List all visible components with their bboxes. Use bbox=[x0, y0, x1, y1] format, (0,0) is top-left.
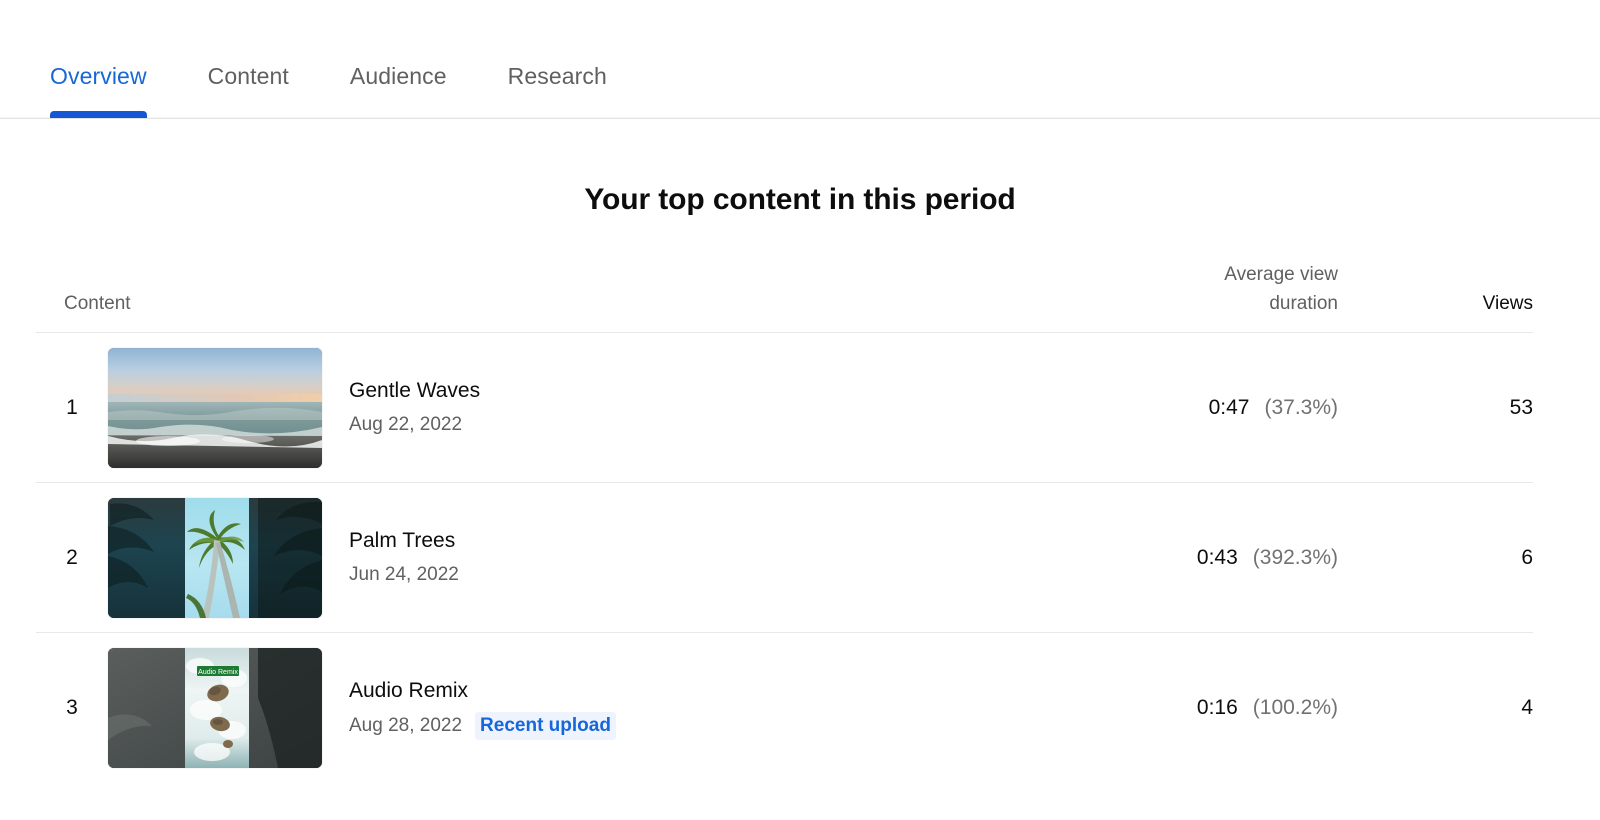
column-header-avd-line2: duration bbox=[1269, 293, 1338, 314]
publish-date: Aug 28, 2022 bbox=[349, 714, 463, 736]
avd-percentage: (392.3%) bbox=[1252, 545, 1338, 569]
avd-percentage: (37.3%) bbox=[1264, 395, 1338, 419]
average-view-duration-cell: 0:16 (100.2%) bbox=[1038, 696, 1338, 720]
content-cell: 3 Audio Remix Audio Remix Aug 28, 2022 R… bbox=[36, 648, 1038, 768]
column-header-content[interactable]: Content bbox=[36, 289, 1038, 318]
beach-sunset-thumbnail[interactable] bbox=[108, 347, 322, 468]
tab-audience[interactable]: Audience bbox=[350, 63, 447, 118]
content-meta: Audio Remix Aug 28, 2022 Recent upload bbox=[349, 677, 616, 740]
tab-research[interactable]: Research bbox=[508, 63, 607, 118]
ocean-rocks-thumbnail[interactable]: Audio Remix bbox=[108, 648, 322, 768]
avd-value: 0:47 bbox=[1208, 395, 1250, 419]
video-title[interactable]: Gentle Waves bbox=[349, 377, 480, 405]
status-badge[interactable]: Recent upload bbox=[475, 711, 616, 740]
tab-audience-label: Audience bbox=[349, 63, 447, 89]
views-cell: 53 bbox=[1509, 395, 1533, 419]
video-subtitle: Jun 24, 2022 bbox=[349, 562, 459, 588]
content-cell: 2 Palm Trees Jun 24, 2022 bbox=[36, 497, 1038, 618]
publish-date: Jun 24, 2022 bbox=[349, 564, 459, 585]
top-content-table: Content Average view duration Views 1 Ge… bbox=[36, 260, 1533, 783]
table-header-row: Content Average view duration Views bbox=[36, 260, 1533, 333]
row-rank: 1 bbox=[66, 395, 78, 419]
content-meta: Palm Trees Jun 24, 2022 bbox=[349, 527, 459, 588]
table-row[interactable]: 3 Audio Remix Audio Remix Aug 28, 2022 R… bbox=[36, 633, 1533, 783]
column-header-average-view-duration[interactable]: Average view duration bbox=[1038, 260, 1338, 318]
page-title: Your top content in this period bbox=[584, 183, 1016, 216]
avd-percentage: (100.2%) bbox=[1252, 696, 1338, 719]
views-cell: 4 bbox=[1521, 696, 1533, 719]
palm-trees-thumbnail[interactable] bbox=[108, 497, 322, 618]
content-meta: Gentle Waves Aug 22, 2022 bbox=[349, 377, 480, 438]
avd-value: 0:16 bbox=[1196, 696, 1238, 719]
average-view-duration-cell: 0:43 (392.3%) bbox=[1038, 546, 1338, 570]
average-view-duration-cell: 0:47 (37.3%) bbox=[1038, 396, 1338, 420]
tab-content[interactable]: Content bbox=[208, 63, 289, 118]
column-header-views[interactable]: Views bbox=[1338, 289, 1533, 318]
avd-value: 0:43 bbox=[1196, 545, 1238, 569]
analytics-tab-bar: Overview Content Audience Research bbox=[0, 0, 1600, 119]
table-row[interactable]: 2 Palm Trees Jun 24, 2022 0:43 (392.3%) … bbox=[36, 483, 1533, 633]
tab-overview-label: Overview bbox=[50, 63, 147, 89]
thumbnail-overlay-text: Audio Remix bbox=[198, 669, 238, 676]
video-title[interactable]: Audio Remix bbox=[349, 677, 616, 705]
row-rank: 3 bbox=[66, 696, 78, 719]
row-rank: 2 bbox=[66, 545, 78, 569]
tab-overview[interactable]: Overview bbox=[50, 63, 147, 118]
tab-research-label: Research bbox=[507, 63, 607, 89]
active-tab-indicator bbox=[50, 111, 147, 118]
video-subtitle: Aug 28, 2022 Recent upload bbox=[349, 711, 616, 740]
publish-date: Aug 22, 2022 bbox=[349, 414, 463, 435]
views-cell: 6 bbox=[1521, 545, 1533, 569]
video-subtitle: Aug 22, 2022 bbox=[349, 412, 480, 438]
tab-content-label: Content bbox=[207, 63, 289, 89]
column-header-avd-line1: Average view bbox=[1224, 264, 1338, 285]
video-title[interactable]: Palm Trees bbox=[349, 527, 459, 555]
table-row[interactable]: 1 Gentle Waves Aug 22, 2022 0:47 (37.3%)… bbox=[36, 333, 1533, 483]
content-cell: 1 Gentle Waves Aug 22, 2022 bbox=[36, 347, 1038, 468]
